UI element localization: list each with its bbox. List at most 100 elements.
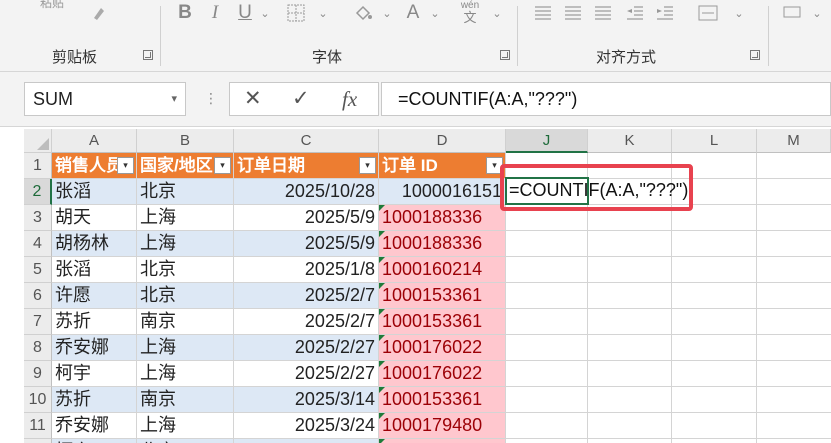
cell-order-id[interactable]: 1000153361 bbox=[379, 283, 506, 309]
cell-region[interactable]: 上海 bbox=[137, 413, 234, 439]
cell-m1[interactable] bbox=[757, 153, 831, 179]
row-header[interactable]: 4 bbox=[24, 231, 52, 257]
row-header[interactable]: 11 bbox=[24, 413, 52, 439]
cell-k[interactable] bbox=[588, 309, 672, 335]
cell-l[interactable] bbox=[672, 439, 757, 443]
alignment-launcher-icon[interactable] bbox=[750, 50, 760, 60]
cell-order-date[interactable]: 2025/4/2 bbox=[234, 439, 379, 443]
cell-region[interactable]: 北京 bbox=[137, 283, 234, 309]
cell-j[interactable] bbox=[506, 257, 588, 283]
cell-m[interactable] bbox=[757, 335, 831, 361]
filter-dropdown-icon[interactable]: ▾ bbox=[359, 157, 376, 174]
italic-button[interactable]: I bbox=[204, 0, 226, 26]
cell-m[interactable] bbox=[757, 413, 831, 439]
phonetic-guide-button[interactable]: wén 文 bbox=[458, 0, 482, 26]
number-format-dropdown-icon[interactable]: ⌄ bbox=[810, 0, 824, 26]
enter-icon[interactable]: ✓ bbox=[292, 83, 310, 115]
row-header[interactable]: 6 bbox=[24, 283, 52, 309]
merge-center-icon[interactable] bbox=[696, 0, 720, 26]
cell-k[interactable] bbox=[588, 387, 672, 413]
more-options-icon[interactable]: ⋮ bbox=[204, 90, 218, 107]
cell-k[interactable] bbox=[588, 361, 672, 387]
cell-m[interactable] bbox=[757, 231, 831, 257]
cell-l[interactable] bbox=[672, 309, 757, 335]
cell-order-id[interactable]: 1000179480 bbox=[379, 439, 506, 443]
cell-order-date[interactable]: 2025/3/24 bbox=[234, 413, 379, 439]
cell-j[interactable] bbox=[506, 283, 588, 309]
name-box[interactable]: SUM ▾ bbox=[24, 82, 186, 116]
merge-dropdown-icon[interactable]: ⌄ bbox=[732, 0, 746, 26]
cell-salesperson[interactable]: 张滔 bbox=[52, 257, 137, 283]
cell-region[interactable]: 北京 bbox=[137, 257, 234, 283]
header-cell-order-id[interactable]: 订单 ID ▾ bbox=[379, 153, 506, 179]
cell-order-date[interactable]: 2025/2/27 bbox=[234, 361, 379, 387]
cell-j[interactable] bbox=[506, 335, 588, 361]
cell-order-id[interactable]: 1000188336 bbox=[379, 205, 506, 231]
cell-m[interactable] bbox=[757, 179, 831, 205]
bold-button[interactable]: B bbox=[174, 0, 196, 26]
column-header-k[interactable]: K bbox=[588, 129, 672, 153]
row-header[interactable]: 5 bbox=[24, 257, 52, 283]
cell-l[interactable] bbox=[672, 283, 757, 309]
cell-j[interactable] bbox=[506, 231, 588, 257]
cell-order-id[interactable]: 1000179480 bbox=[379, 413, 506, 439]
column-header-j[interactable]: J bbox=[506, 129, 588, 153]
cell-order-id[interactable]: 1000016151 bbox=[379, 179, 506, 205]
cell-k[interactable] bbox=[588, 335, 672, 361]
cell-region[interactable]: 上海 bbox=[137, 335, 234, 361]
font-color-button[interactable]: A bbox=[402, 0, 424, 26]
row-header[interactable]: 12 bbox=[24, 439, 52, 443]
cell-k[interactable] bbox=[588, 257, 672, 283]
cell-order-id[interactable]: 1000153361 bbox=[379, 309, 506, 335]
cell-l[interactable] bbox=[672, 361, 757, 387]
cancel-icon[interactable]: ✕ bbox=[244, 83, 262, 115]
font-color-dropdown-icon[interactable]: ⌄ bbox=[428, 0, 442, 26]
cell-salesperson[interactable]: 柯宇 bbox=[52, 361, 137, 387]
insert-function-icon[interactable]: fx bbox=[342, 83, 357, 115]
cell-salesperson[interactable]: 苏折 bbox=[52, 309, 137, 335]
cell-order-date[interactable]: 2025/3/14 bbox=[234, 387, 379, 413]
borders-dropdown-icon[interactable]: ⌄ bbox=[316, 0, 330, 26]
cell-order-date[interactable]: 2025/10/28 bbox=[234, 179, 379, 205]
cell-salesperson[interactable]: 柯宇 bbox=[52, 439, 137, 443]
select-all-corner[interactable] bbox=[24, 129, 52, 153]
cell-j[interactable] bbox=[506, 439, 588, 443]
cell-order-date[interactable]: 2025/1/8 bbox=[234, 257, 379, 283]
increase-indent-icon[interactable] bbox=[654, 0, 676, 26]
align-top-icon[interactable] bbox=[532, 0, 554, 26]
cell-order-id[interactable]: 1000160214 bbox=[379, 257, 506, 283]
header-cell-order-date[interactable]: 订单日期 ▾ bbox=[234, 153, 379, 179]
column-header-a[interactable]: A bbox=[52, 129, 137, 153]
fill-color-icon[interactable] bbox=[350, 0, 376, 26]
cell-m[interactable] bbox=[757, 361, 831, 387]
column-header-b[interactable]: B bbox=[137, 129, 234, 153]
row-header[interactable]: 2 bbox=[24, 179, 52, 205]
fill-color-dropdown-icon[interactable]: ⌄ bbox=[380, 0, 394, 26]
cell-k[interactable] bbox=[588, 283, 672, 309]
column-header-m[interactable]: M bbox=[757, 129, 831, 153]
underline-dropdown-icon[interactable]: ⌄ bbox=[258, 0, 272, 26]
cell-order-date[interactable]: 2025/2/7 bbox=[234, 309, 379, 335]
header-cell-salesperson[interactable]: 销售人员 ▾ bbox=[52, 153, 137, 179]
cell-j[interactable] bbox=[506, 387, 588, 413]
align-bottom-icon[interactable] bbox=[592, 0, 614, 26]
borders-icon[interactable] bbox=[282, 0, 310, 26]
cell-order-date[interactable]: 2025/5/9 bbox=[234, 205, 379, 231]
cell-region[interactable]: 上海 bbox=[137, 231, 234, 257]
cell-l[interactable] bbox=[672, 387, 757, 413]
cell-k[interactable] bbox=[588, 413, 672, 439]
align-middle-icon[interactable] bbox=[562, 0, 584, 26]
cell-j[interactable] bbox=[506, 309, 588, 335]
name-box-dropdown-icon[interactable]: ▾ bbox=[171, 83, 177, 115]
cell-m[interactable] bbox=[757, 205, 831, 231]
cell-m[interactable] bbox=[757, 387, 831, 413]
paste-label[interactable]: 粘贴 bbox=[40, 0, 64, 11]
format-painter-icon[interactable] bbox=[88, 0, 112, 26]
cell-salesperson[interactable]: 苏折 bbox=[52, 387, 137, 413]
cell-k[interactable] bbox=[588, 439, 672, 443]
row-header[interactable]: 3 bbox=[24, 205, 52, 231]
font-launcher-icon[interactable] bbox=[500, 50, 510, 60]
filter-dropdown-icon[interactable]: ▾ bbox=[214, 157, 231, 174]
cell-l[interactable] bbox=[672, 231, 757, 257]
cell-order-date[interactable]: 2025/2/27 bbox=[234, 335, 379, 361]
